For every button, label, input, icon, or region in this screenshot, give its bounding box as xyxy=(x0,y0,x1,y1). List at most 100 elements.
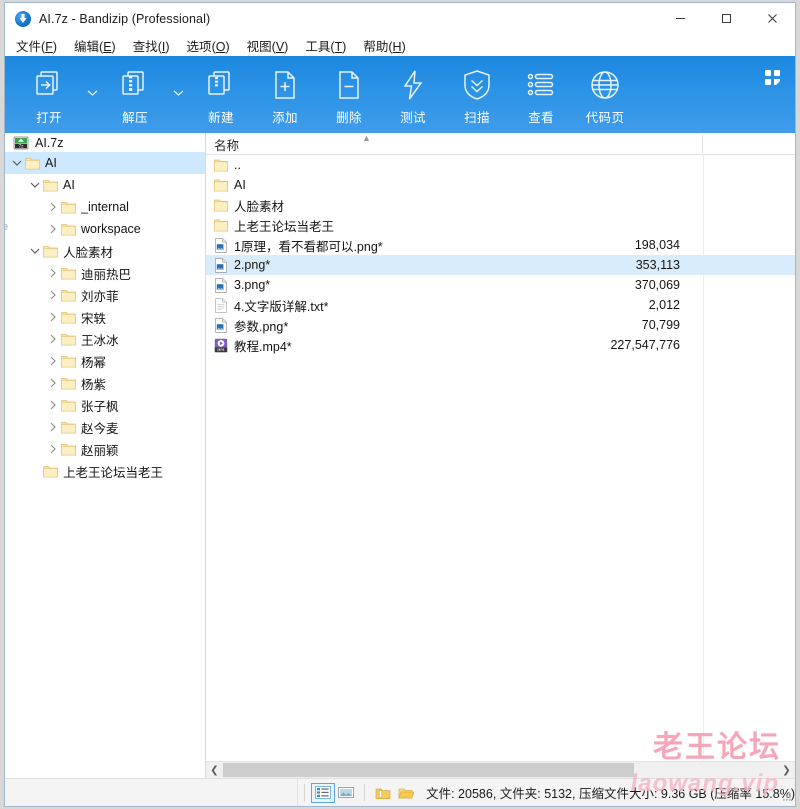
menu-item-label: 文件 xyxy=(16,39,42,54)
scroll-thumb[interactable] xyxy=(223,762,634,777)
tree-node-10[interactable]: 杨幂 xyxy=(5,350,205,372)
folder-icon xyxy=(61,311,76,323)
chevron-right-icon[interactable] xyxy=(45,419,61,435)
folder-icon xyxy=(43,245,58,257)
menu-item-accel: (I) xyxy=(157,39,170,54)
table-row[interactable]: 上老王论坛当老王 xyxy=(206,215,795,235)
chevron-down-icon[interactable] xyxy=(9,155,25,171)
table-row[interactable]: 参数.png*70,799PNG 文件 xyxy=(206,315,795,335)
file-name-label: AI xyxy=(234,178,246,192)
menu-item-2[interactable]: 编辑(E) xyxy=(74,34,125,57)
chevron-right-icon[interactable] xyxy=(45,287,61,303)
tree-node-6[interactable]: 迪丽热巴 xyxy=(5,262,205,284)
toolbar: 打开 解压 新建 添加 删除 测试 扫描 查看 代码页 xyxy=(5,56,795,133)
folder-icon xyxy=(214,179,228,191)
table-row[interactable]: 3.png*370,069PNG 文件 xyxy=(206,275,795,295)
test-archive-icon xyxy=(396,64,430,106)
toolbar-button-test-archive[interactable]: 测试 xyxy=(381,56,445,130)
toolbar-button-label: 新建 xyxy=(208,111,234,125)
menu-item-3[interactable]: 查找(I) xyxy=(133,34,179,57)
tree-node-1[interactable]: AI xyxy=(5,152,205,174)
chevron-right-icon[interactable] xyxy=(45,221,61,237)
chevron-right-icon[interactable] xyxy=(45,309,61,325)
status-left-spacer xyxy=(5,778,299,806)
folder-up-icon xyxy=(214,159,228,171)
menu-item-1[interactable]: 文件(F) xyxy=(16,34,66,57)
chevron-right-icon[interactable] xyxy=(45,353,61,369)
chevron-down-icon[interactable] xyxy=(27,177,43,193)
menu-item-label: 选项 xyxy=(186,39,212,54)
table-row[interactable]: 1原理，看不看都可以.png*198,034PNG 文件 xyxy=(206,235,795,255)
folder-open-icon[interactable] xyxy=(395,783,418,803)
file-name-label: 1原理，看不看都可以.png* xyxy=(234,239,383,254)
chevron-down-icon[interactable] xyxy=(27,243,43,259)
tree-node-5[interactable]: 人脸素材 xyxy=(5,240,205,262)
toolbar-button-label: 代码页 xyxy=(585,111,625,125)
toolbar-button-codepage-globe[interactable]: 代码页 xyxy=(573,56,637,130)
list-view-icon[interactable] xyxy=(311,782,335,803)
original-size-cell: 370,069 xyxy=(634,278,680,292)
file-name-label: 4.文字版详解.txt* xyxy=(234,299,329,314)
table-row[interactable]: .. xyxy=(206,155,795,175)
png-file-icon xyxy=(215,237,227,253)
tree-node-11[interactable]: 杨紫 xyxy=(5,372,205,394)
toolbar-button-new-archive[interactable]: 新建 xyxy=(189,56,253,130)
table-row[interactable]: 人脸素材 xyxy=(206,195,795,215)
tree-node-12[interactable]: 张子枫 xyxy=(5,394,205,416)
tree-node-7[interactable]: 刘亦菲 xyxy=(5,284,205,306)
horizontal-scrollbar[interactable]: ❮ ❯ xyxy=(206,761,795,778)
window-title: AI.7z - Bandizip (Professional) xyxy=(39,11,211,26)
toolbar-dropdown-chevron-down-icon[interactable] xyxy=(167,56,189,130)
column-header-packed[interactable]: 压缩后大小 xyxy=(703,133,795,155)
table-row[interactable]: 4.文字版详解.txt*2,012文本文档 xyxy=(206,295,795,315)
column-header-name[interactable]: 名称 ▲ xyxy=(214,133,703,155)
tree-node-2[interactable]: AI xyxy=(5,174,205,196)
layout-grid-icon[interactable] xyxy=(761,66,783,88)
scroll-track[interactable] xyxy=(223,762,778,779)
toolbar-button-scan-shield[interactable]: 扫描 xyxy=(445,56,509,130)
minimize-button[interactable] xyxy=(657,3,703,34)
delete-file-icon xyxy=(332,64,366,106)
tree-node-13[interactable]: 赵今麦 xyxy=(5,416,205,438)
table-row[interactable]: AI xyxy=(206,175,795,195)
toolbar-dropdown-chevron-down-icon[interactable] xyxy=(81,56,103,130)
menu-item-7[interactable]: 帮助(H) xyxy=(363,34,414,57)
folder-tree-icon[interactable] xyxy=(371,783,394,803)
maximize-button[interactable] xyxy=(703,3,749,34)
scroll-left-arrow[interactable]: ❮ xyxy=(206,762,223,779)
chevron-right-icon[interactable] xyxy=(45,397,61,413)
tree-node-9[interactable]: 王冰冰 xyxy=(5,328,205,350)
tree-node-3[interactable]: _internal xyxy=(5,196,205,218)
file-rows: .. AI 人脸素材上老王论坛当老王1原理，看不看都可以.png*198,034PN… xyxy=(206,155,795,761)
file-name-cell: 人脸素材 xyxy=(214,196,284,215)
tree-node-15[interactable]: 上老王论坛当老王 xyxy=(5,460,205,482)
chevron-right-icon[interactable] xyxy=(45,265,61,281)
menu-item-accel: (O) xyxy=(211,39,230,54)
toolbar-button-delete-file[interactable]: 删除 xyxy=(317,56,381,130)
thumbnail-view-icon[interactable] xyxy=(335,783,358,803)
menu-item-4[interactable]: 选项(O) xyxy=(187,34,239,57)
close-button[interactable] xyxy=(749,3,795,34)
mp4-file-icon: MP4 xyxy=(214,338,228,352)
toolbar-button-open-archive[interactable]: 打开 xyxy=(17,56,81,130)
chevron-right-icon[interactable] xyxy=(45,199,61,215)
toolbar-button-view-list[interactable]: 查看 xyxy=(509,56,573,130)
tree-node-14[interactable]: 赵丽颖 xyxy=(5,438,205,460)
toolbar-button-label: 查看 xyxy=(528,111,554,125)
archive-root-node[interactable]: 7z AI.7z xyxy=(5,133,205,152)
toolbar-button-add-file[interactable]: 添加 xyxy=(253,56,317,130)
menu-item-5[interactable]: 视图(V) xyxy=(247,34,298,57)
toolbar-button-extract[interactable]: 解压 xyxy=(103,56,167,130)
view-list-icon xyxy=(524,64,558,106)
resize-grip-icon[interactable] xyxy=(780,791,792,803)
menu-item-6[interactable]: 工具(T) xyxy=(305,34,355,57)
tree-node-8[interactable]: 宋轶 xyxy=(5,306,205,328)
scroll-right-arrow[interactable]: ❯ xyxy=(778,762,795,779)
table-row[interactable]: MP4教程.mp4*227,547,776MP4 - MPEG-4 目 xyxy=(206,335,795,355)
tree-node-4[interactable]: workspace xyxy=(5,218,205,240)
chevron-right-icon[interactable] xyxy=(45,375,61,391)
chevron-right-icon[interactable] xyxy=(45,331,61,347)
table-row[interactable]: 2.png*353,113PNG 文件 xyxy=(206,255,795,275)
open-archive-icon xyxy=(32,64,66,106)
chevron-right-icon[interactable] xyxy=(45,441,61,457)
